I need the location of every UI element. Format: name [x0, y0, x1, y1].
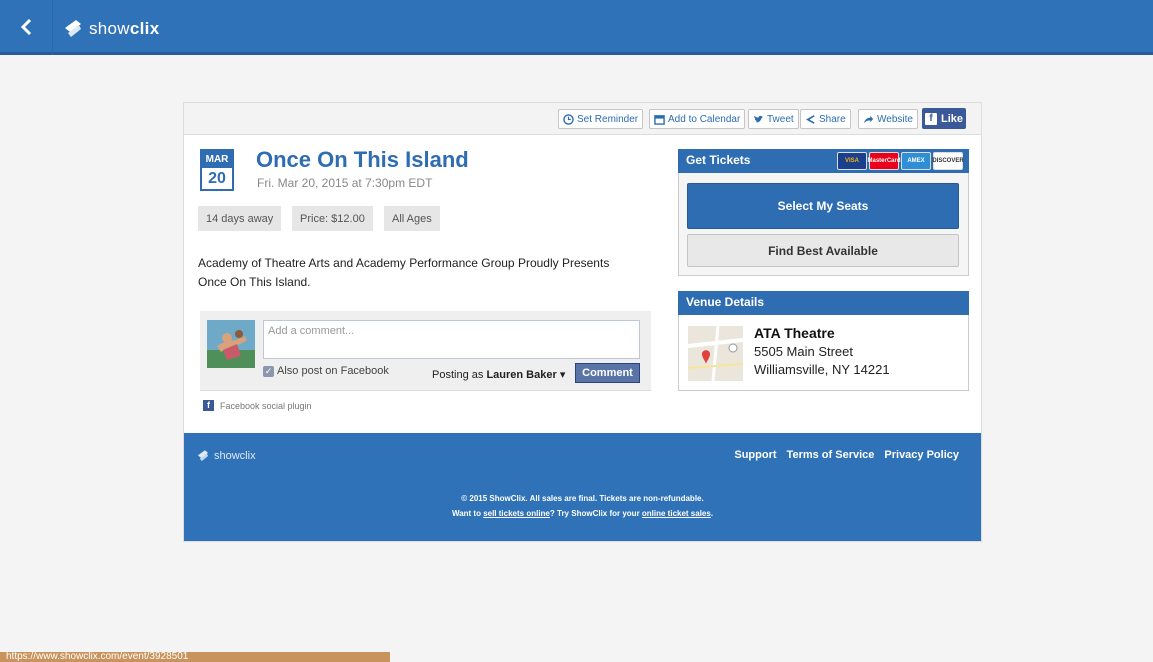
footer-brand-label: showclix	[214, 450, 256, 462]
add-to-calendar-button[interactable]: Add to Calendar	[649, 109, 746, 129]
website-button[interactable]: Website	[858, 109, 918, 129]
share-bar: Set Reminder Add to Calendar Tweet Share…	[184, 103, 981, 135]
venue-street: 5505 Main Street	[754, 344, 854, 359]
also-post-label: Also post on Facebook	[277, 365, 389, 377]
sell-text-b: ? Try ShowClix for your	[549, 509, 642, 518]
get-tickets-title: Get Tickets	[686, 153, 751, 167]
select-my-seats-button[interactable]: Select My Seats	[687, 183, 959, 229]
sell-text-c: .	[710, 509, 714, 518]
comment-input[interactable]: Add a comment...	[263, 320, 640, 359]
footer: showclix Support Terms of Service Privac…	[184, 433, 981, 541]
venue-city: Williamsville, NY 14221	[754, 362, 890, 377]
plugin-label: Facebook social plugin	[220, 400, 312, 411]
date-day: 20	[208, 170, 226, 187]
tweet-button[interactable]: Tweet	[748, 109, 799, 129]
event-description: Academy of Theatre Arts and Academy Perf…	[198, 256, 610, 289]
venue-map[interactable]	[687, 325, 744, 382]
get-tickets-panel: Get Tickets VISA MasterCard AMEX DISCOVE…	[678, 149, 969, 276]
support-link[interactable]: Support	[734, 449, 776, 461]
brand-logo[interactable]: show clix	[62, 18, 159, 40]
visa-card-icon: VISA	[837, 152, 867, 170]
venue-details-header: Venue Details	[678, 291, 969, 315]
event-datetime: Fri. Mar 20, 2015 at 7:30pm EDT	[257, 176, 433, 190]
posting-as[interactable]: Posting as Lauren Baker ▾	[432, 368, 565, 381]
brand-prefix: show	[89, 19, 130, 38]
sell-tickets-online-link[interactable]: sell tickets online	[483, 509, 550, 518]
event-card: Set Reminder Add to Calendar Tweet Share…	[183, 102, 982, 542]
arrow-share-icon	[863, 115, 874, 123]
twitter-icon	[753, 115, 764, 123]
facebook-comments: Add a comment... ✓ Also post on Facebook…	[200, 311, 651, 391]
terms-of-service-link[interactable]: Terms of Service	[787, 449, 875, 461]
posting-as-prefix: Posting as	[432, 369, 484, 381]
amex-card-icon: AMEX	[901, 152, 931, 170]
discover-card-icon: DISCOVER	[932, 152, 964, 170]
mastercard-card-icon: MasterCard	[868, 152, 901, 170]
showclix-logo-icon	[65, 20, 81, 37]
website-label: Website	[877, 113, 913, 125]
caret-down-icon: ▾	[559, 369, 566, 381]
date-month: MAR	[202, 151, 232, 168]
checkmark-icon: ✓	[263, 365, 274, 377]
share-icon	[806, 114, 815, 124]
venue-details-panel: Venue Details ATA Theatre 5505 Main Stre…	[678, 291, 969, 391]
calendar-icon	[654, 114, 665, 125]
back-button[interactable]	[8, 10, 44, 44]
like-label: Like	[940, 112, 963, 125]
comment-button[interactable]: Comment	[575, 363, 640, 383]
set-reminder-button[interactable]: Set Reminder	[558, 109, 644, 129]
find-best-available-button[interactable]: Find Best Available	[687, 234, 959, 267]
footer-links: Support Terms of Service Privacy Policy	[734, 449, 959, 461]
top-bar: show clix	[0, 0, 1153, 55]
brand-suffix: clix	[129, 19, 160, 38]
share-button[interactable]: Share	[800, 109, 851, 129]
also-post-checkbox[interactable]: ✓ Also post on Facebook	[263, 365, 389, 377]
add-to-calendar-label: Add to Calendar	[668, 113, 741, 125]
facebook-like-button[interactable]: f Like	[922, 108, 966, 129]
avatar	[207, 320, 255, 368]
sell-tickets-line: Want to sell tickets online? Try ShowCli…	[184, 506, 981, 521]
sell-text-a: Want to	[451, 509, 484, 518]
status-bar-url: https://www.showclix.com/event/3928501	[0, 652, 390, 662]
showclix-logo-icon	[197, 450, 209, 462]
online-ticket-sales-link[interactable]: online ticket sales	[642, 509, 711, 518]
get-tickets-header: Get Tickets VISA MasterCard AMEX DISCOVE…	[678, 149, 969, 173]
facebook-icon: f	[924, 112, 937, 125]
posting-as-name: Lauren Baker	[486, 369, 557, 381]
privacy-policy-link[interactable]: Privacy Policy	[884, 449, 959, 461]
footer-logo[interactable]: showclix	[196, 449, 256, 463]
share-label: Share	[819, 113, 846, 125]
set-reminder-label: Set Reminder	[577, 113, 639, 125]
chevron-left-icon	[20, 19, 32, 35]
date-badge: MAR 20	[200, 149, 234, 191]
price-badge: Price: $12.00	[292, 206, 373, 231]
venue-name[interactable]: ATA Theatre	[754, 325, 835, 341]
days-away-badge: 14 days away	[198, 206, 282, 231]
copyright-line: © 2015 ShowClix. All sales are final. Ti…	[461, 494, 704, 503]
age-badge: All Ages	[384, 206, 440, 231]
footer-copyright: © 2015 ShowClix. All sales are final. Ti…	[184, 491, 981, 521]
payment-cards: VISA MasterCard AMEX DISCOVER	[837, 152, 964, 170]
clock-icon	[563, 113, 574, 125]
topbar-divider	[52, 0, 53, 55]
facebook-icon: f	[203, 400, 214, 411]
facebook-plugin-link[interactable]: f Facebook social plugin	[203, 400, 312, 411]
tweet-label: Tweet	[767, 113, 794, 125]
event-title: Once On This Island	[256, 147, 469, 172]
